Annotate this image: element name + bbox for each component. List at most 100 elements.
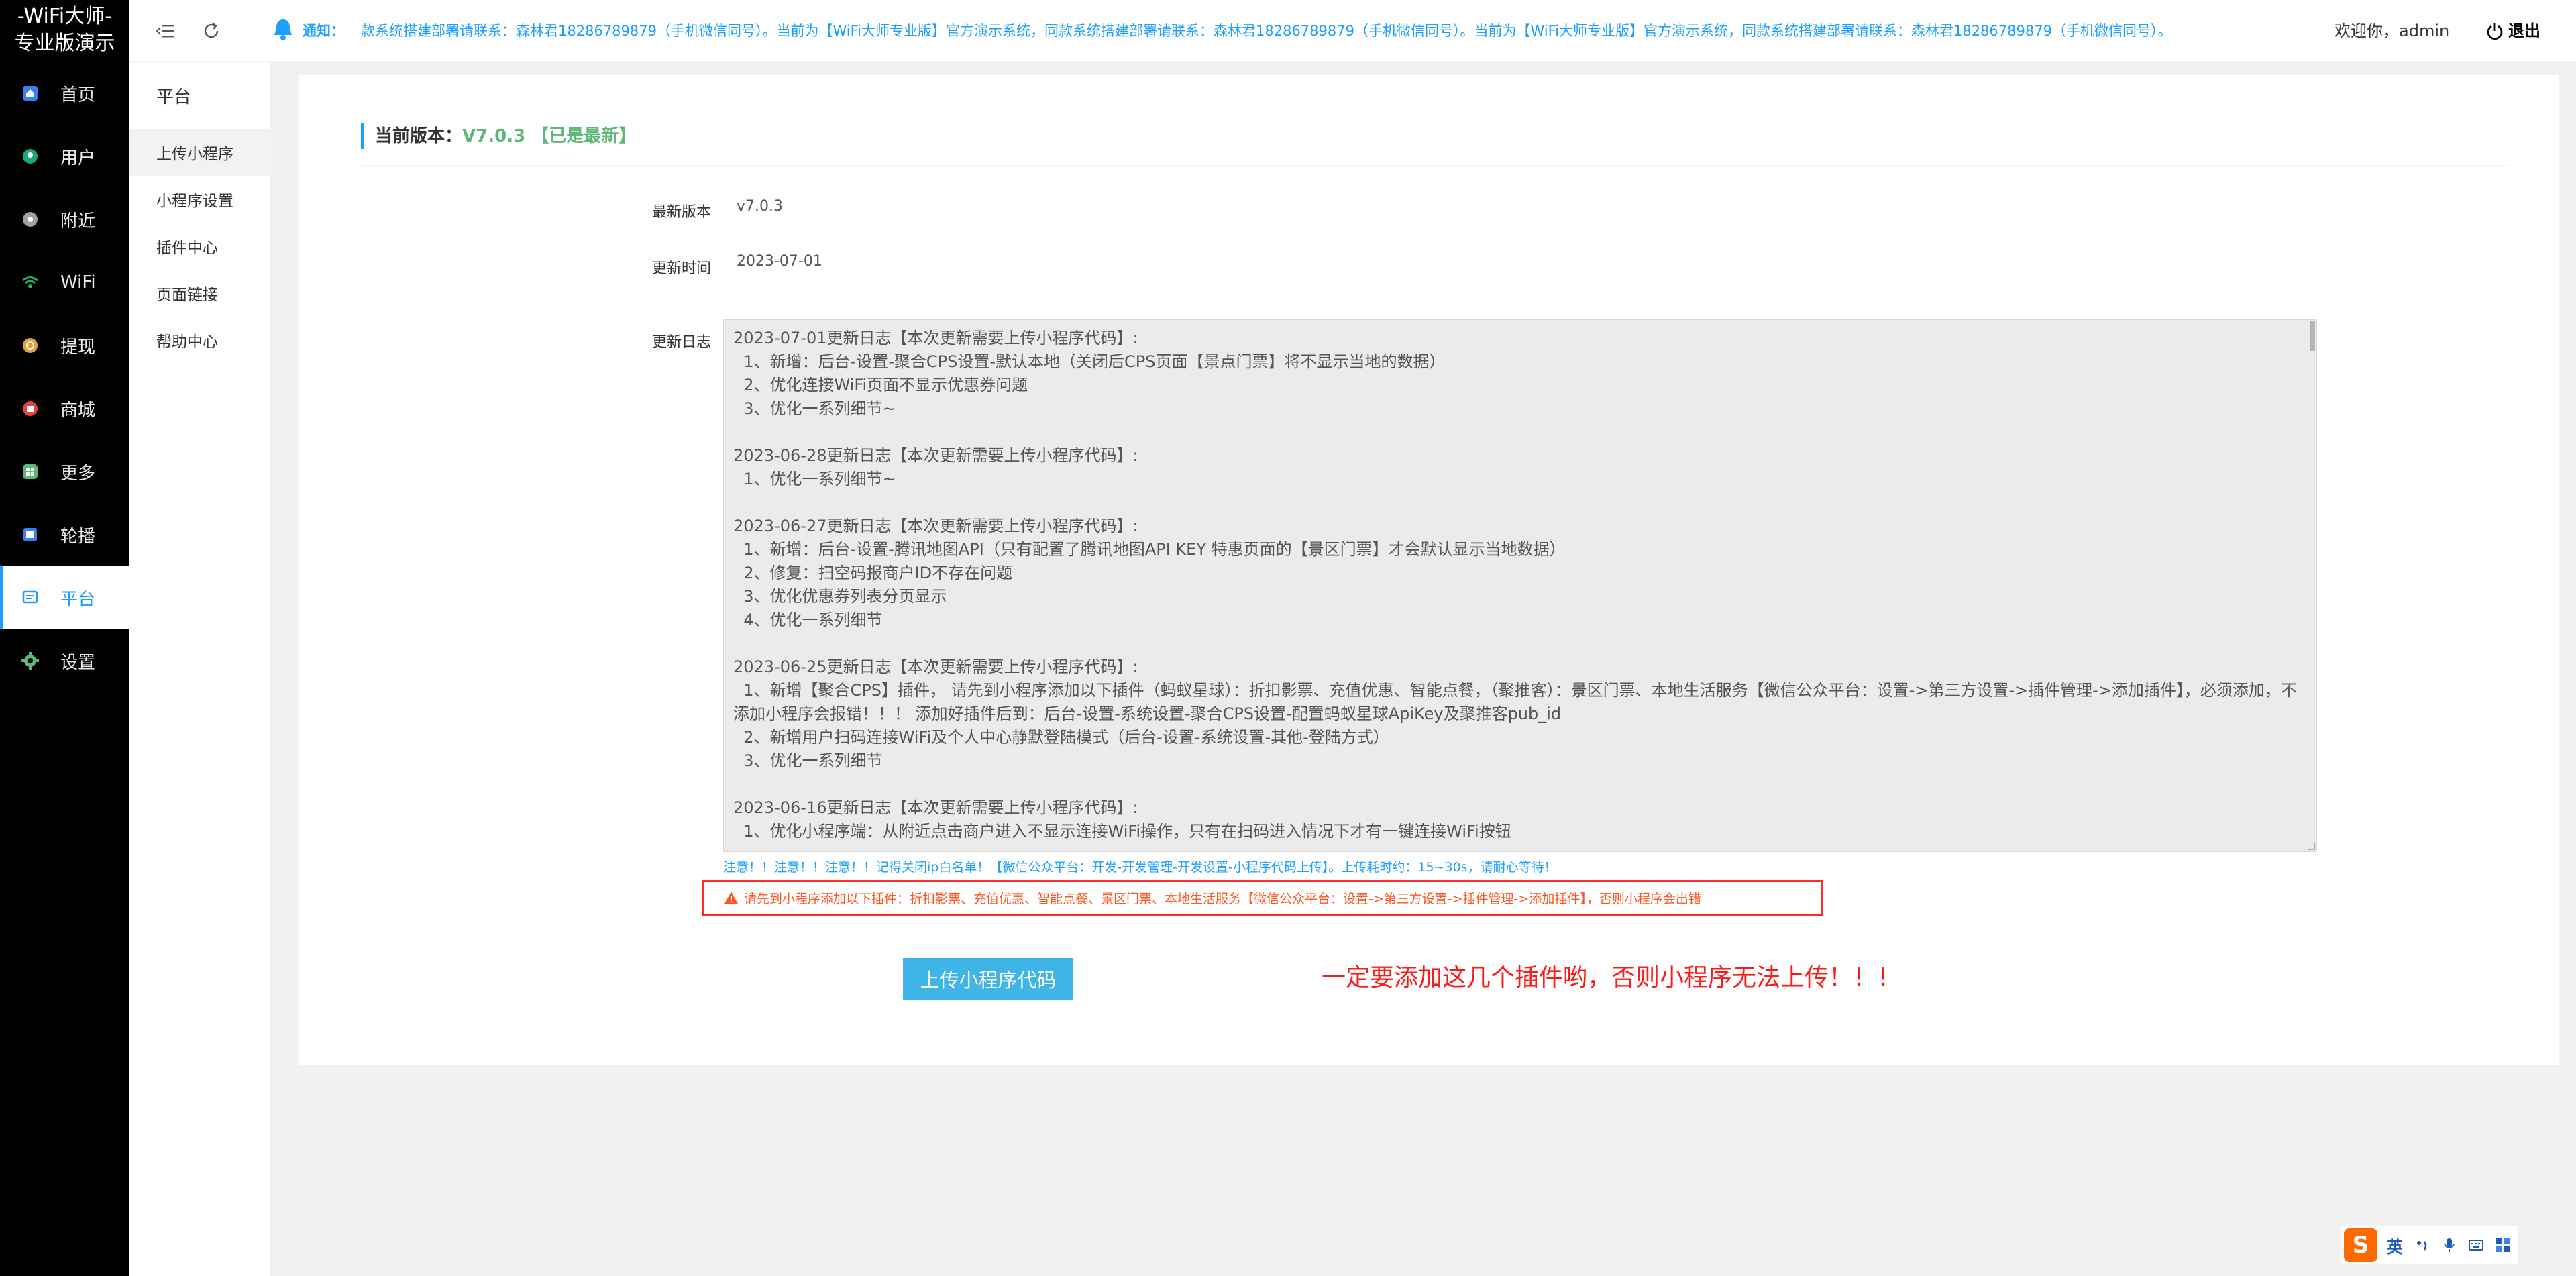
sidebar-item-carousel[interactable]: 轮播	[0, 503, 129, 566]
warning-icon	[724, 892, 738, 904]
log-entry-head: 2023-06-27更新日志【本次更新需要上传小程序代码】:	[733, 517, 1138, 535]
home-icon	[20, 83, 40, 103]
log-entry: 2023-07-01更新日志【本次更新需要上传小程序代码】: 1、新增：后台-设…	[733, 327, 2307, 421]
latest-version-label: 最新版本	[651, 204, 711, 221]
log-line: 1、优化小程序端：从附近点击商户进入不显示连接WiFi操作，只有在扫码进入情况下…	[733, 822, 1511, 841]
log-line: 2、修复：扫空码报商户ID不存在问题	[733, 564, 1013, 582]
sidebar-item-nearby[interactable]: 附近	[0, 188, 129, 251]
sidebar-item-label: 更多	[60, 463, 96, 484]
sidebar-item-settings[interactable]: 设置	[0, 629, 129, 692]
sidebar-item-platform[interactable]: 平台	[0, 566, 129, 629]
log-entry: 2023-06-25更新日志【本次更新需要上传小程序代码】: 1、新增【聚合CP…	[733, 655, 2307, 773]
settings-icon	[20, 651, 40, 671]
shop-icon	[20, 398, 40, 419]
sidebar-item-label: 商城	[60, 400, 96, 421]
toolbox-icon[interactable]	[2496, 1238, 2510, 1253]
keyboard-icon[interactable]	[2469, 1238, 2483, 1253]
sidebar-item-label: 设置	[60, 652, 96, 673]
version-heading: 当前版本：V7.0.3 【已是最新】	[361, 123, 636, 149]
app-logo[interactable]: -WiFi大师- 专业版演示	[0, 0, 129, 58]
update-time-field: 2023-07-01	[724, 247, 2316, 280]
log-line: 2、新增用户扫码连接WiFi及个人中心静默登陆模式（后台-设置-系统设置-其他-…	[733, 728, 1389, 747]
log-line: 1、新增【聚合CPS】插件， 请先到小程序添加以下插件（蚂蚁星球）：折扣影票、充…	[733, 681, 2297, 723]
version-prefix: 当前版本：	[375, 126, 463, 146]
sidebar-item-users[interactable]: 用户	[0, 125, 129, 188]
withdraw-icon	[20, 335, 40, 356]
sidebar-item-label: 用户	[60, 148, 96, 168]
log-line: 3、优化优惠券列表分页显示	[733, 587, 947, 606]
log-entry: 2023-06-16更新日志【本次更新需要上传小程序代码】: 1、优化小程序端：…	[733, 796, 2307, 843]
ime-toolbar: S 英	[2341, 1226, 2518, 1264]
log-line: 1、新增：后台-设置-聚合CPS设置-默认本地（关闭后CPS页面【景点门票】将不…	[733, 352, 1446, 371]
sidebar-item-label: 附近	[60, 211, 96, 231]
carousel-icon	[20, 525, 40, 545]
logo-line-1: -WiFi大师-	[17, 5, 113, 28]
sidebar-item-home[interactable]: 首页	[0, 62, 129, 125]
plugin-reminder: 一定要添加这几个插件哟，否则小程序无法上传！！！	[1322, 964, 1902, 992]
welcome-text: 欢迎你，admin	[2334, 21, 2450, 40]
main-card: 当前版本：V7.0.3 【已是最新】 最新版本 v7.0.3 更新时间 2023…	[299, 75, 2559, 1065]
version-value: V7.0.3 【已是最新】	[462, 126, 637, 146]
sidebar-item-label: WiFi	[60, 272, 96, 293]
sidebar-item-label: 轮播	[60, 526, 96, 547]
logout-button[interactable]: 退出	[2485, 19, 2540, 43]
notice-label: 通知：	[303, 23, 345, 39]
top-header: 通知： 款系统搭建部署请联系：森林君18286789879（手机微信同号）。当前…	[129, 0, 2576, 62]
log-line: 1、优化一系列细节~	[733, 470, 896, 488]
menu-fold-icon[interactable]	[154, 19, 178, 43]
subnav-item-page-links[interactable]: 页面链接	[129, 270, 270, 317]
log-entry-head: 2023-06-28更新日志【本次更新需要上传小程序代码】:	[733, 446, 1138, 465]
sidebar-item-withdraw[interactable]: 提现	[0, 314, 129, 377]
logo-line-2: 专业版演示	[14, 32, 115, 55]
sidebar-item-label: 平台	[60, 589, 96, 610]
ime-language-toggle[interactable]: 英	[2387, 1234, 2403, 1257]
more-icon	[20, 462, 40, 482]
platform-icon	[20, 588, 40, 608]
punctuation-icon[interactable]	[2415, 1238, 2430, 1253]
subnav-item-help[interactable]: 帮助中心	[129, 317, 270, 364]
main-sidebar: -WiFi大师- 专业版演示 首页 用户 附近 WiFi 提现 商城 更多 轮播…	[0, 0, 129, 1276]
divider	[361, 165, 2508, 166]
resize-handle[interactable]	[2308, 843, 2315, 850]
bell-icon	[272, 17, 294, 42]
plugin-alert: 请先到小程序添加以下插件：折扣影票、充值优惠、智能点餐、景区门票、本地生活服务【…	[702, 880, 1823, 916]
update-time-label: 更新时间	[651, 260, 711, 277]
microphone-icon[interactable]	[2442, 1238, 2457, 1253]
log-line: 3、优化一系列细节~	[733, 399, 896, 418]
upload-code-button[interactable]: 上传小程序代码	[903, 958, 1073, 1000]
secondary-sidebar: 平台 上传小程序 小程序设置 插件中心 页面链接 帮助中心	[129, 62, 270, 1276]
log-entry-head: 2023-06-25更新日志【本次更新需要上传小程序代码】:	[733, 657, 1138, 676]
notice-marquee: 款系统搭建部署请联系：森林君18286789879（手机微信同号）。当前为【Wi…	[361, 23, 2165, 39]
log-entry-head: 2023-07-01更新日志【本次更新需要上传小程序代码】:	[733, 329, 1138, 348]
sogou-logo-icon[interactable]: S	[2344, 1228, 2377, 1262]
subnav-item-miniprogram-settings[interactable]: 小程序设置	[129, 176, 270, 223]
latest-version-field: v7.0.3	[724, 192, 2316, 225]
wifi-icon	[20, 272, 40, 293]
sidebar-nav: 首页 用户 附近 WiFi 提现 商城 更多 轮播 平台 设置	[0, 62, 129, 692]
alert-text: 请先到小程序添加以下插件：折扣影票、充值优惠、智能点餐、景区门票、本地生活服务【…	[744, 891, 1701, 906]
log-line: 4、优化一系列细节	[733, 610, 883, 629]
subnav-item-plugins[interactable]: 插件中心	[129, 223, 270, 270]
sidebar-item-wifi[interactable]: WiFi	[0, 251, 129, 314]
ip-whitelist-notice: 注意！！注意！！注意！！记得关闭ip白名单！【微信公众平台：开发-开发管理-开发…	[723, 860, 1557, 875]
subnav-item-upload[interactable]: 上传小程序	[129, 129, 270, 176]
log-entry: 2023-06-27更新日志【本次更新需要上传小程序代码】: 1、新增：后台-设…	[733, 515, 2307, 632]
scrollbar-thumb[interactable]	[2310, 321, 2315, 351]
sidebar-item-shop[interactable]: 商城	[0, 377, 129, 440]
update-log-textarea[interactable]: 2023-07-01更新日志【本次更新需要上传小程序代码】: 1、新增：后台-设…	[723, 319, 2317, 852]
refresh-icon[interactable]	[199, 19, 223, 43]
location-icon	[20, 209, 40, 229]
log-line: 2、优化连接WiFi页面不显示优惠券问题	[733, 376, 1028, 394]
subnav-title: 平台	[156, 87, 192, 107]
log-line: 3、优化一系列细节	[733, 751, 883, 770]
log-line: 1、新增：后台-设置-腾讯地图API（只有配置了腾讯地图API KEY 特惠页面…	[733, 540, 1566, 559]
update-log-label: 更新日志	[651, 334, 711, 351]
sidebar-item-more[interactable]: 更多	[0, 440, 129, 503]
log-entry-head: 2023-06-16更新日志【本次更新需要上传小程序代码】:	[733, 798, 1138, 817]
sidebar-item-label: 提现	[60, 337, 96, 358]
sidebar-item-label: 首页	[60, 85, 96, 105]
power-icon	[2487, 23, 2503, 40]
user-icon	[20, 146, 40, 166]
log-entry: 2023-06-28更新日志【本次更新需要上传小程序代码】: 1、优化一系列细节…	[733, 444, 2307, 491]
logout-label: 退出	[2508, 21, 2540, 40]
